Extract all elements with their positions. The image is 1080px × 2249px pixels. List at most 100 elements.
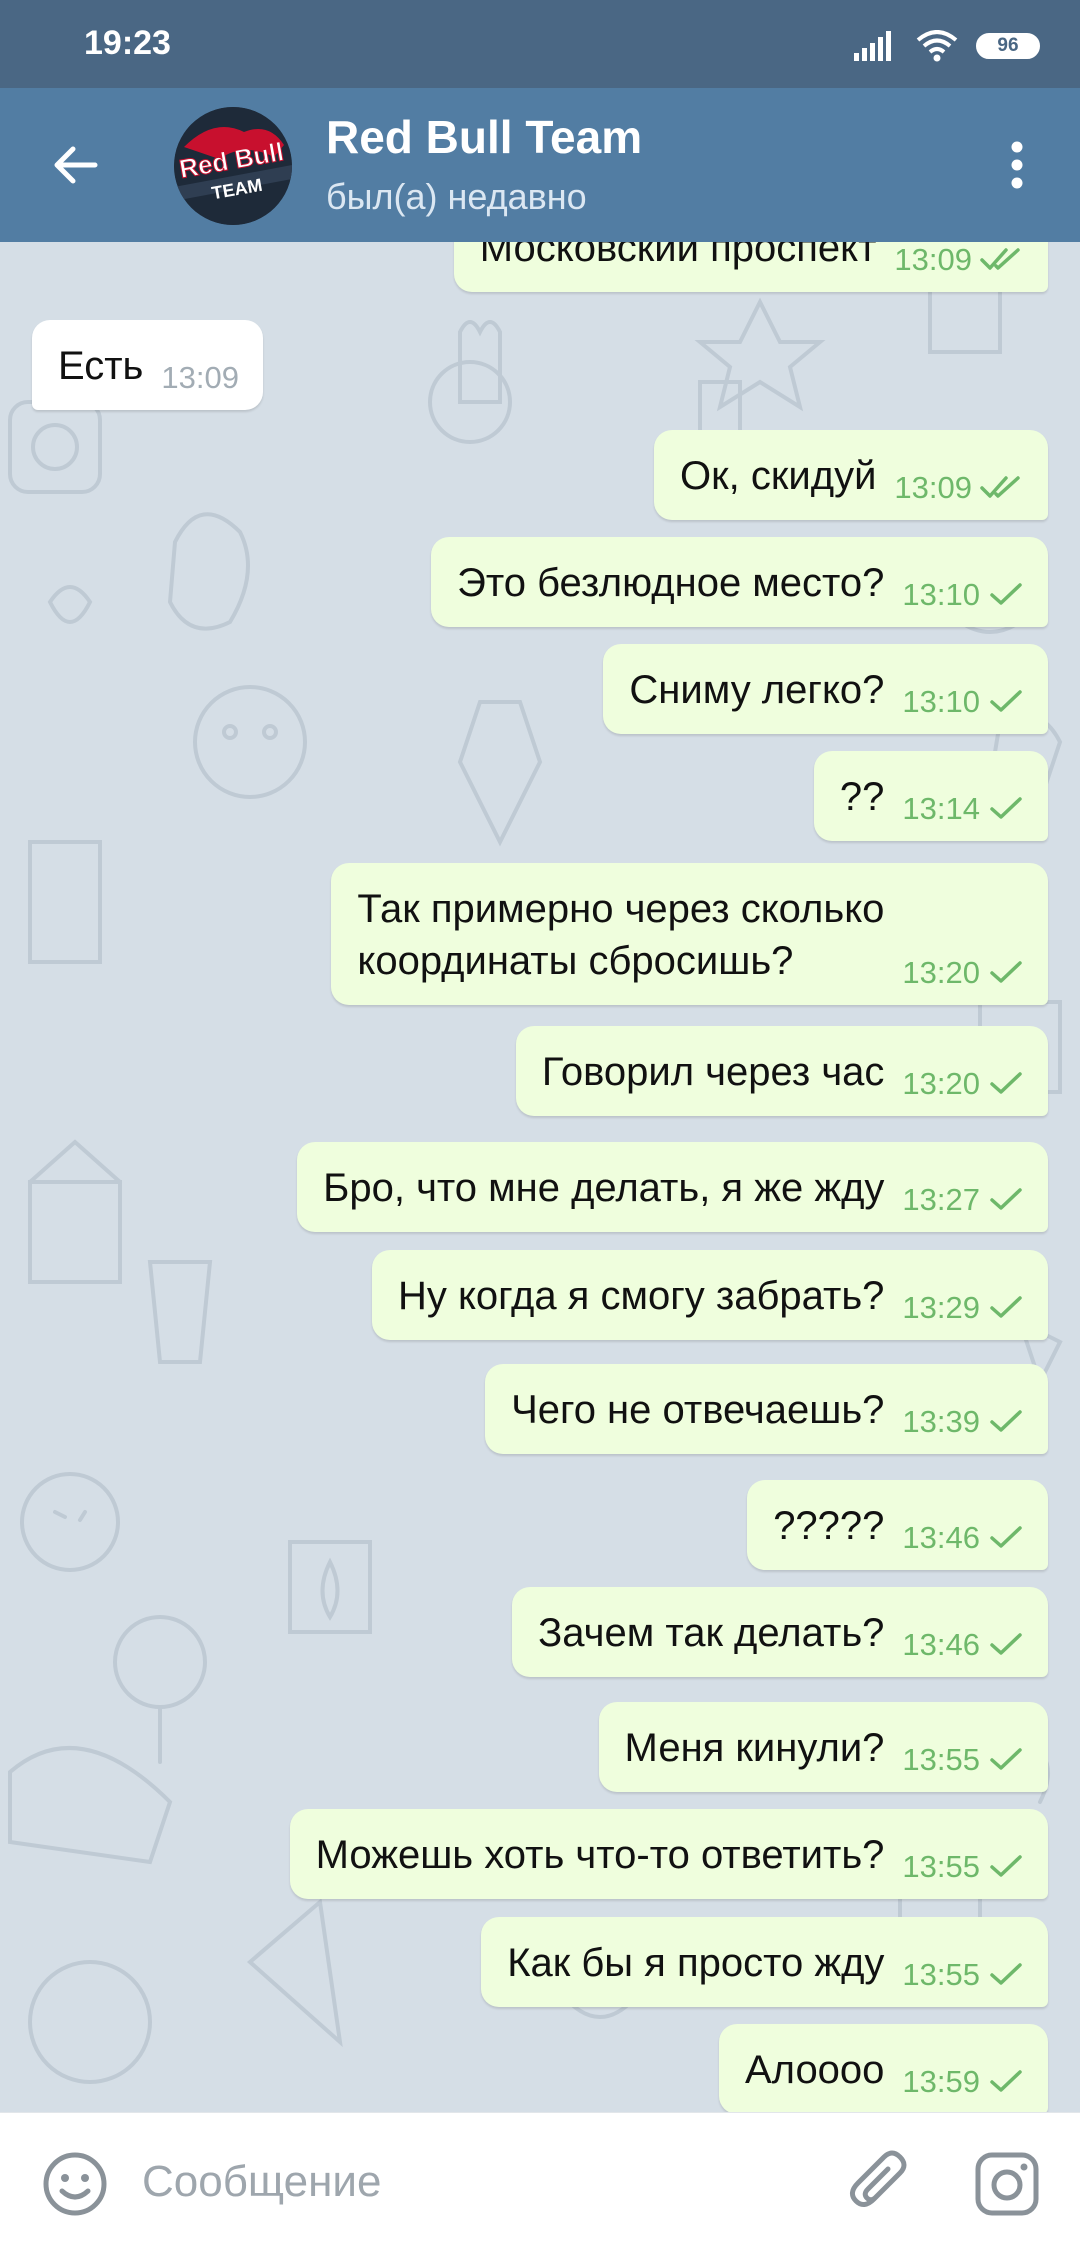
single-check-icon: [990, 1633, 1022, 1656]
outgoing-message[interactable]: Бро, что мне делать, я же жду 13:27: [297, 1142, 1048, 1232]
message-time: 13:59: [902, 2064, 980, 2099]
single-check-icon: [990, 797, 1022, 820]
message-meta: 13:20: [902, 1059, 1024, 1104]
message-time: 13:39: [902, 1404, 980, 1439]
outgoing-message[interactable]: Ну когда я смогу забрать? 13:29: [371, 1250, 1048, 1340]
message-meta: 13:46: [902, 1513, 1024, 1558]
outgoing-message[interactable]: Алоооо 13:59: [718, 2024, 1048, 2112]
outgoing-message[interactable]: Так примерно через сколько координаты сб…: [331, 863, 1048, 1005]
paperclip-icon: [850, 2150, 907, 2207]
message-meta: 13:09: [894, 463, 1024, 508]
message-text: ??: [839, 775, 885, 819]
message-meta: 13:10: [902, 677, 1024, 722]
status-icons: 96: [854, 26, 1040, 66]
message-meta: 13:59: [902, 2057, 1024, 2102]
single-check-icon: [990, 1072, 1022, 1095]
message-text: Ну когда я смогу забрать?: [397, 1274, 885, 1318]
message-text: Это безлюдное место?: [457, 561, 885, 605]
chat-status: был(а) недавно: [326, 176, 587, 217]
camera-icon: [975, 2152, 1039, 2216]
chat-title[interactable]: Red Bull Team: [326, 110, 642, 164]
single-check-icon: [990, 1748, 1022, 1771]
message-time: 13:10: [902, 577, 980, 612]
single-check-icon: [990, 1410, 1022, 1433]
more-vertical-icon: [1011, 141, 1023, 189]
outgoing-message[interactable]: Ок, скидуй 13:09: [654, 430, 1048, 520]
message-text: Можешь хоть что-то ответить?: [315, 1833, 885, 1877]
message-meta: 13:55: [902, 1735, 1024, 1780]
wifi-icon: [916, 30, 958, 62]
signal-icon: [854, 31, 891, 61]
message-meta: 13:29: [902, 1283, 1024, 1328]
message-text: Сниму легко?: [629, 668, 885, 712]
status-bar: 19:23 96: [0, 0, 1080, 88]
message-meta: 13:09: [161, 353, 239, 398]
message-text: Московский проспект: [479, 242, 877, 270]
outgoing-message[interactable]: Можешь хоть что-то ответить? 13:55: [289, 1809, 1048, 1899]
single-check-icon: [990, 690, 1022, 713]
message-time: 13:10: [902, 684, 980, 719]
message-list[interactable]: Московский проспект 13:09 Есть 13:09 Ок, ски…: [0, 242, 1080, 2112]
outgoing-message[interactable]: Московский проспект 13:09: [453, 242, 1048, 292]
message-time: 13:46: [902, 1520, 980, 1555]
message-time: 13:55: [902, 1742, 980, 1777]
outgoing-message[interactable]: Зачем так делать? 13:46: [512, 1587, 1048, 1677]
back-arrow-icon: [54, 146, 98, 184]
message-composer: [0, 2112, 1080, 2249]
avatar[interactable]: Red Bull TEAM: [174, 107, 292, 225]
message-text: Меня кинули?: [624, 1726, 885, 1770]
message-time: 13:46: [902, 1627, 980, 1662]
battery-indicator: 96: [976, 33, 1040, 59]
single-check-icon: [990, 1526, 1022, 1549]
message-time: 13:55: [902, 1957, 980, 1992]
message-text: Ок, скидуй: [680, 454, 877, 498]
double-check-icon: [980, 476, 1020, 499]
emoji-icon: [43, 2152, 107, 2216]
single-check-icon: [990, 1296, 1022, 1319]
message-meta: 13:27: [902, 1175, 1024, 1220]
message-time: 13:27: [902, 1182, 980, 1217]
outgoing-message[interactable]: Чего не отвечаешь? 13:39: [485, 1364, 1048, 1454]
message-meta: 13:09: [894, 242, 1024, 280]
double-check-icon: [980, 248, 1020, 271]
message-text: Как бы я просто жду: [507, 1941, 885, 1985]
message-meta: 13:10: [902, 570, 1024, 615]
message-meta: 13:55: [902, 1950, 1024, 1995]
outgoing-message[interactable]: Это безлюдное место? 13:10: [431, 537, 1048, 627]
camera-button[interactable]: [972, 2149, 1042, 2219]
message-time: 13:20: [902, 1066, 980, 1101]
back-button[interactable]: [40, 130, 110, 200]
single-check-icon: [990, 961, 1022, 984]
message-meta: 13:46: [902, 1620, 1024, 1665]
attach-button[interactable]: [846, 2149, 916, 2219]
outgoing-message[interactable]: Меня кинули? 13:55: [598, 1702, 1048, 1792]
single-check-icon: [990, 1188, 1022, 1211]
incoming-message[interactable]: Есть 13:09: [32, 320, 263, 410]
message-text: Чего не отвечаешь?: [511, 1388, 885, 1432]
single-check-icon: [990, 1855, 1022, 1878]
message-meta: 13:55: [902, 1842, 1024, 1887]
message-input[interactable]: [140, 2149, 784, 2215]
message-meta: 13:14: [902, 784, 1024, 829]
outgoing-message[interactable]: Сниму легко? 13:10: [603, 644, 1048, 734]
emoji-button[interactable]: [40, 2149, 110, 2219]
chat-header: Red Bull TEAM Red Bull Team был(а) недав…: [0, 88, 1080, 242]
message-time: 13:14: [902, 791, 980, 826]
message-text: ?????: [773, 1504, 885, 1548]
more-menu-button[interactable]: [982, 130, 1052, 200]
message-time: 13:09: [161, 360, 239, 395]
outgoing-message[interactable]: Как бы я просто жду 13:55: [481, 1917, 1048, 2007]
message-text: Так примерно через сколько координаты сб…: [357, 887, 885, 983]
message-text: Говорил через час: [541, 1050, 885, 1094]
status-time: 19:23: [84, 24, 171, 62]
single-check-icon: [990, 583, 1022, 606]
outgoing-message[interactable]: Говорил через час 13:20: [515, 1026, 1048, 1116]
message-meta: 13:39: [902, 1397, 1024, 1442]
message-time: 13:29: [902, 1290, 980, 1325]
message-text: Бро, что мне делать, я же жду: [323, 1166, 885, 1210]
outgoing-message[interactable]: ????? 13:46: [747, 1480, 1048, 1570]
outgoing-message[interactable]: ?? 13:14: [813, 751, 1048, 841]
single-check-icon: [990, 1963, 1022, 1986]
message-meta: 13:20: [902, 948, 1024, 993]
message-time: 13:09: [894, 242, 972, 277]
